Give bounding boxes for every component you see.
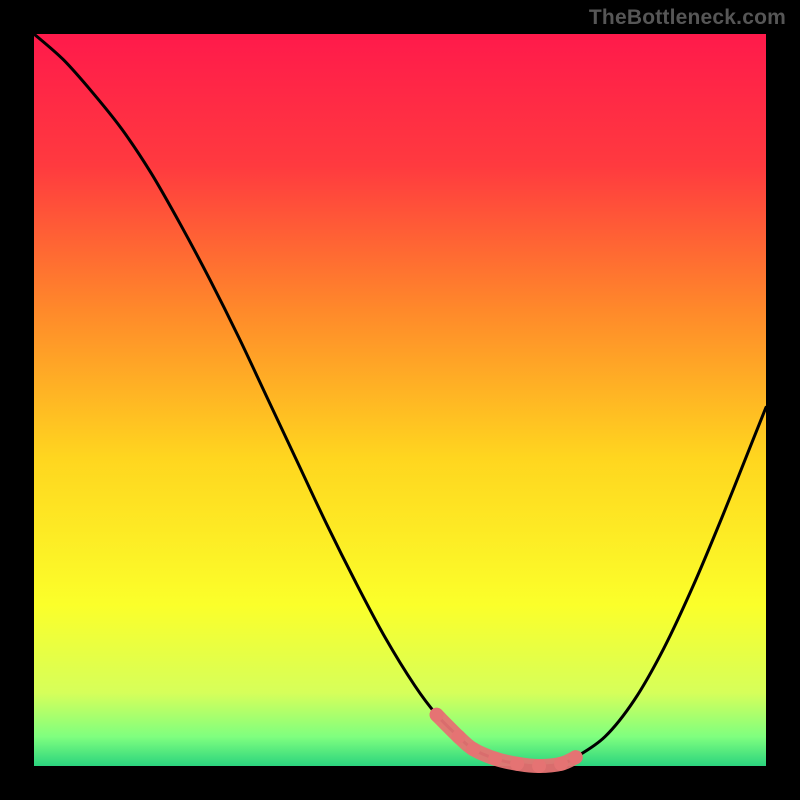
chart-frame: TheBottleneck.com [0,0,800,800]
highlight-marker [466,742,480,756]
highlight-marker [554,757,568,771]
highlight-marker [569,750,583,764]
chart-overlay [34,34,766,766]
highlight-marker [488,752,502,766]
highlight-marker [510,757,524,771]
attribution-label: TheBottleneck.com [589,6,786,30]
bottleneck-curve [34,34,766,766]
highlight-marker [532,759,546,773]
highlight-marker [430,708,444,722]
highlight-marker [452,730,466,744]
